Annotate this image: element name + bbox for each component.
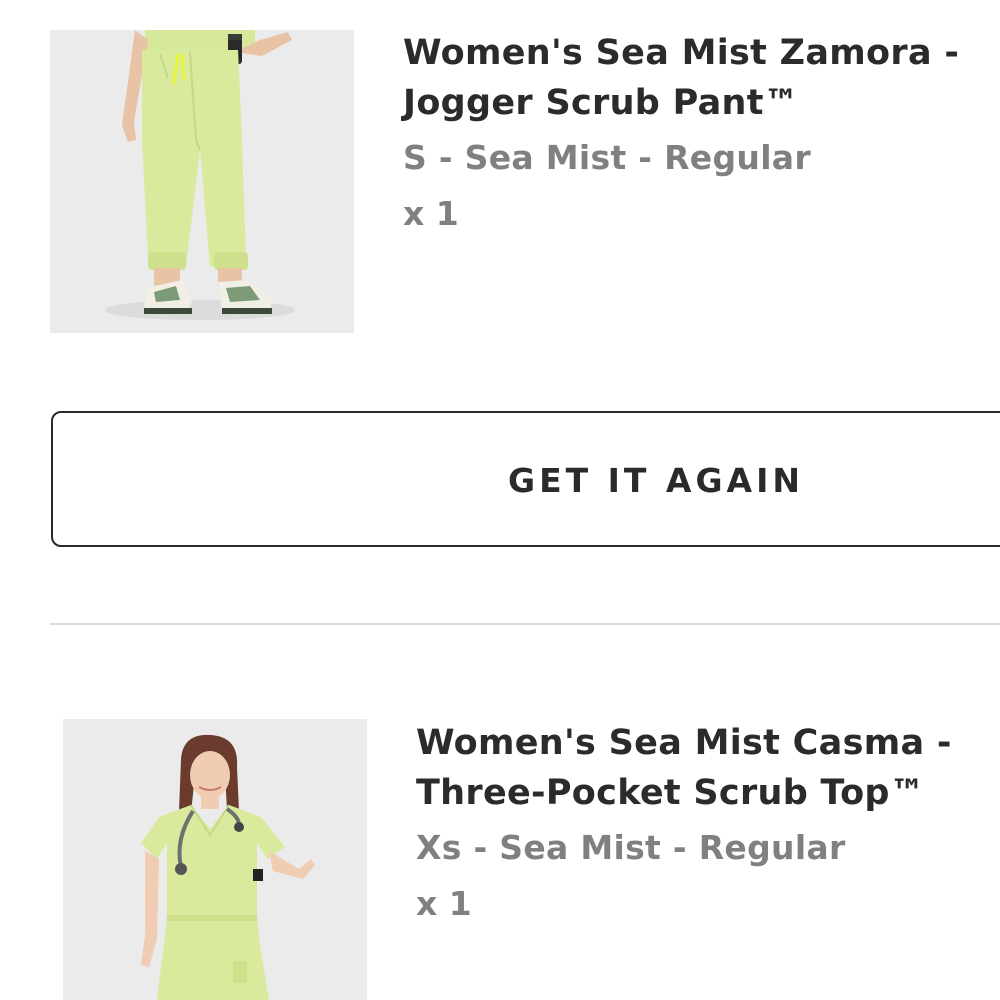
product-title[interactable]: Women's Sea Mist Casma - Three-Pocket Sc… bbox=[416, 718, 1000, 818]
product-variant: Xs - Sea Mist - Regular bbox=[416, 828, 846, 867]
product-title-line1: Women's Sea Mist Casma - bbox=[416, 723, 952, 763]
product-title[interactable]: Women's Sea Mist Zamora - Jogger Scrub P… bbox=[403, 28, 1000, 128]
product-image-scrub-top[interactable] bbox=[63, 719, 367, 1000]
product-title-line2: Three-Pocket Scrub Top™ bbox=[416, 773, 926, 813]
product-image-jogger-pant[interactable] bbox=[50, 30, 354, 333]
order-history-page: Women's Sea Mist Zamora - Jogger Scrub P… bbox=[0, 0, 1000, 1000]
product-info: Women's Sea Mist Zamora - Jogger Scrub P… bbox=[403, 28, 1000, 236]
get-it-again-label: GET IT AGAIN bbox=[508, 461, 804, 500]
order-divider bbox=[50, 623, 1000, 625]
get-it-again-button[interactable]: GET IT AGAIN bbox=[51, 411, 1000, 547]
jogger-pant-photo-icon bbox=[50, 30, 354, 333]
scrub-top-photo-icon bbox=[63, 719, 367, 1000]
product-info: Women's Sea Mist Casma - Three-Pocket Sc… bbox=[416, 718, 1000, 926]
product-title-line2: Jogger Scrub Pant™ bbox=[403, 83, 800, 123]
product-title-line1: Women's Sea Mist Zamora - bbox=[403, 33, 960, 73]
product-variant: S - Sea Mist - Regular bbox=[403, 138, 811, 177]
product-quantity: x 1 bbox=[403, 194, 459, 233]
product-quantity: x 1 bbox=[416, 884, 472, 923]
